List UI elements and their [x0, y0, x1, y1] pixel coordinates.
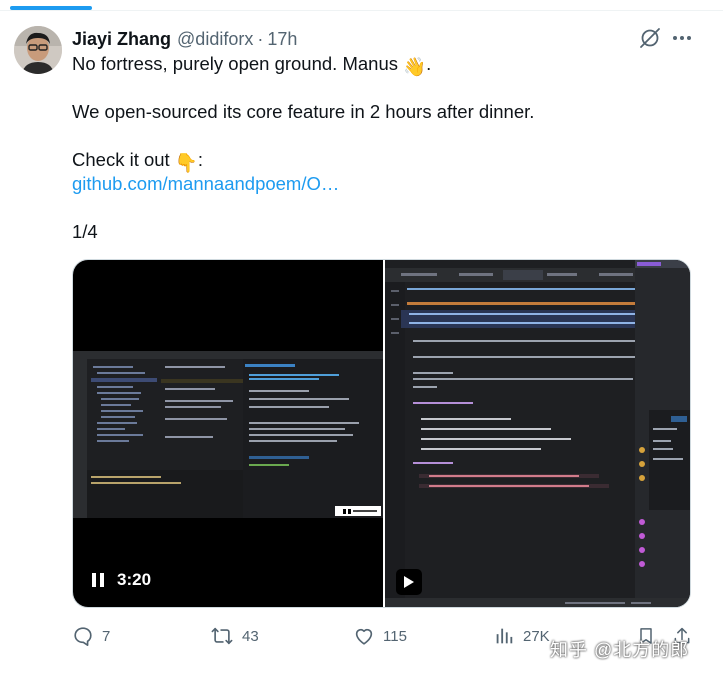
- video-duration: 3:20: [117, 570, 152, 589]
- pause-icon[interactable]: [91, 572, 105, 588]
- thread-counter: 1/4: [72, 221, 98, 242]
- grok-icon[interactable]: [638, 26, 662, 50]
- repost-count: 43: [242, 627, 259, 645]
- media-grid: 3:20: [72, 259, 691, 608]
- tweet-line-2: We open-sourced its core feature in 2 ho…: [72, 101, 535, 122]
- video-thumbnail-editor: [385, 260, 690, 607]
- video-duration-control[interactable]: 3:20: [91, 570, 151, 590]
- repost-icon: [211, 627, 233, 645]
- tweet-text-3: Check it out: [72, 149, 175, 170]
- more-horizontal-icon[interactable]: [670, 26, 694, 50]
- author-handle[interactable]: @didiforx: [177, 29, 253, 50]
- views-button[interactable]: 27K: [493, 622, 550, 650]
- views-icon: [496, 628, 513, 644]
- divider: [0, 10, 723, 11]
- video-player-left[interactable]: 3:20: [73, 260, 383, 607]
- play-button[interactable]: [396, 569, 422, 595]
- tweet-text-3-end: :: [197, 149, 204, 170]
- reply-icon: [74, 627, 92, 646]
- video-thumbnail-ide: [73, 351, 383, 518]
- views-count: 27K: [523, 627, 550, 645]
- like-count: 115: [383, 627, 407, 645]
- repost-button[interactable]: 43: [210, 622, 259, 650]
- watermark: 知乎 @北方的郎: [550, 640, 690, 660]
- heart-icon: [355, 628, 373, 645]
- tweet-timestamp[interactable]: 17h: [267, 29, 297, 50]
- like-button[interactable]: 115: [353, 622, 407, 650]
- tweet-header: Jiayi Zhang @didiforx · 17h: [72, 28, 297, 50]
- tweet-text-1-end: .: [426, 53, 432, 74]
- header-separator: ·: [257, 28, 264, 49]
- tweet-line-1: No fortress, purely open ground. Manus 👋…: [72, 52, 431, 79]
- tweet-line-3: Check it out 👇:: [72, 148, 203, 175]
- tweet-text-1: No fortress, purely open ground. Manus: [72, 53, 404, 74]
- play-icon: [404, 576, 414, 588]
- github-link[interactable]: github.com/mannaandpoem/O…: [72, 172, 339, 196]
- reply-button[interactable]: 7: [72, 622, 110, 650]
- reply-count: 7: [102, 627, 111, 645]
- author-name[interactable]: Jiayi Zhang: [72, 29, 171, 50]
- video-player-right[interactable]: [385, 260, 690, 607]
- avatar[interactable]: [14, 26, 62, 74]
- avatar-photo: [14, 26, 62, 74]
- waving-hand-emoji: 👋: [403, 56, 427, 77]
